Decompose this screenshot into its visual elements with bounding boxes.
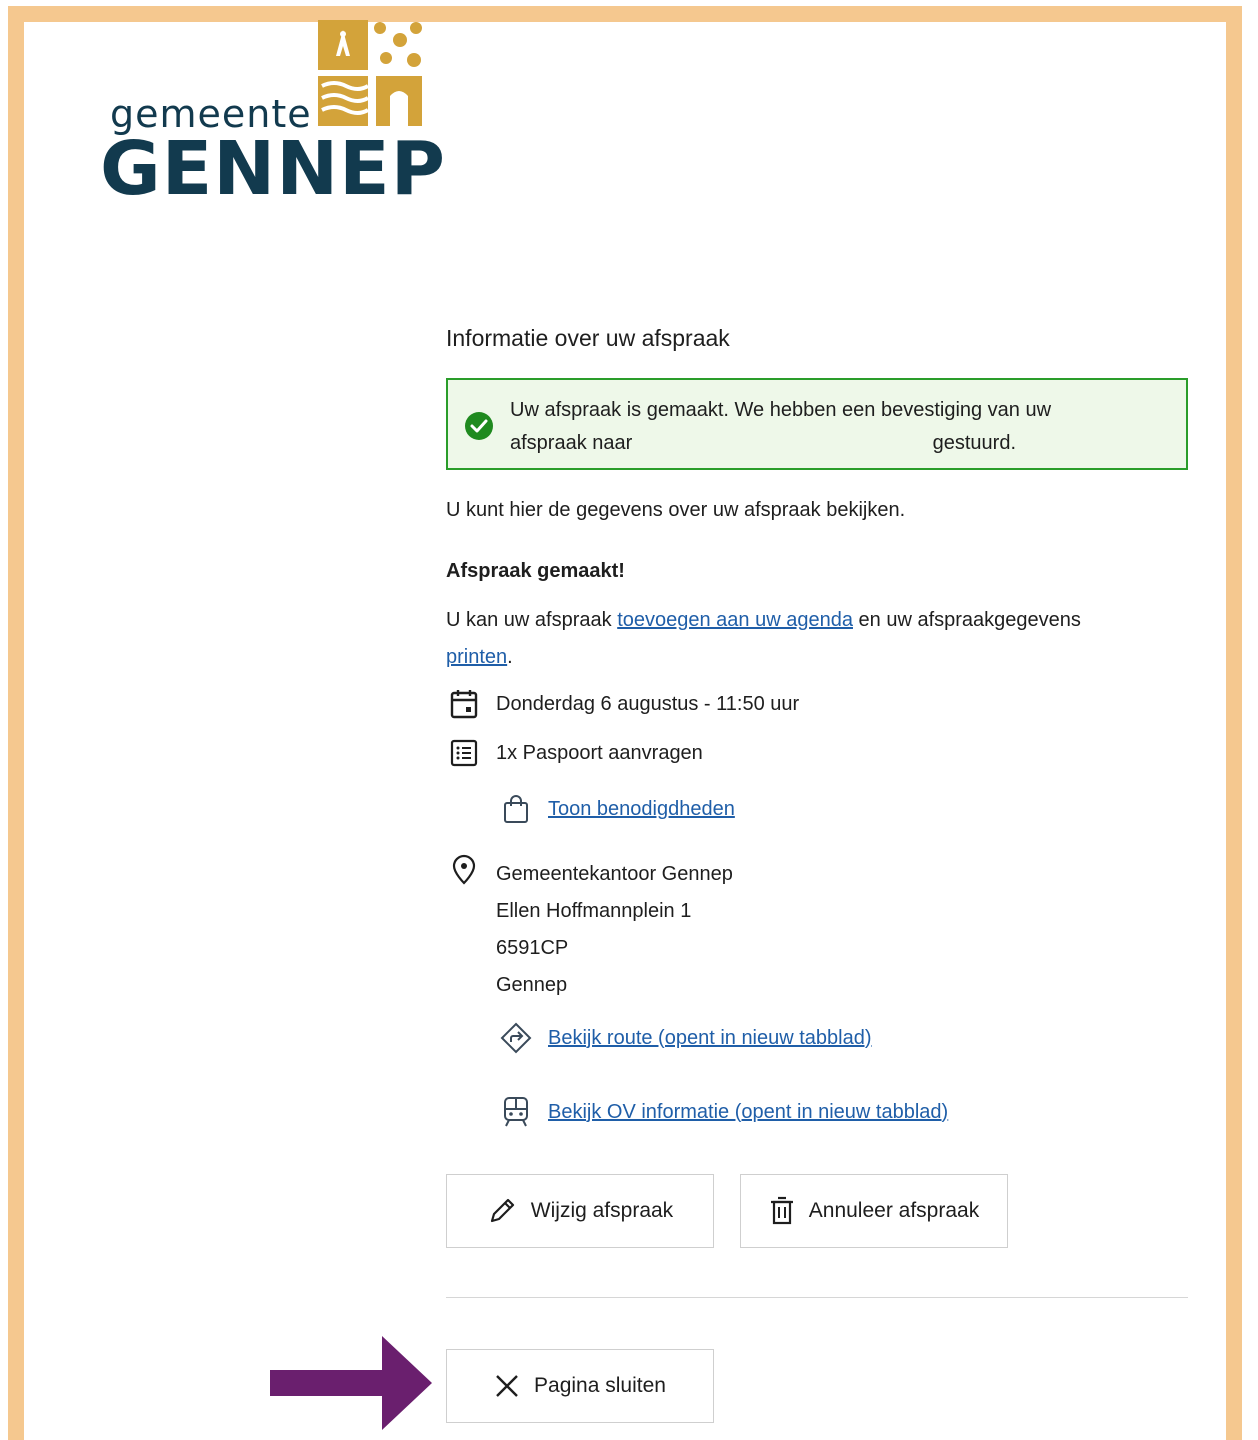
print-link[interactable]: printen <box>446 646 507 668</box>
show-requirements-link[interactable]: Toon benodigdheden <box>548 798 735 821</box>
page-title: Informatie over uw afspraak <box>446 325 730 351</box>
edit-appointment-button[interactable]: Wijzig afspraak <box>446 1174 714 1248</box>
cancel-appointment-label: Annuleer afspraak <box>808 1199 980 1222</box>
location-name: Gemeentekantoor Gennep <box>496 863 733 885</box>
directions-icon <box>498 1020 534 1056</box>
ov-row: Bekijk OV informatie (opent in nieuw tab… <box>498 1094 948 1130</box>
train-icon <box>498 1094 534 1130</box>
para-text-middle: en uw afspraakgegevens <box>852 609 1081 631</box>
alert-line-2-start: afspraak naar <box>510 432 633 454</box>
annotation-arrow-icon <box>270 1336 434 1435</box>
requirements-row: Toon benodigdheden <box>498 791 735 827</box>
alert-line-2: afspraak naar gestuurd. <box>510 427 1016 460</box>
agenda-print-paragraph: U kan uw afspraak toevoegen aan uw agend… <box>446 602 1188 676</box>
location-row <box>446 852 496 888</box>
para-text-after: . <box>507 646 513 668</box>
view-route-link[interactable]: Bekijk route (opent in nieuw tabblad) <box>548 1027 872 1050</box>
gennep-crest-icon <box>318 20 426 133</box>
close-icon <box>494 1373 520 1399</box>
gennep-logo[interactable]: gemeente GENNEP <box>100 20 445 210</box>
view-ov-info-link[interactable]: Bekijk OV informatie (opent in nieuw tab… <box>548 1101 948 1124</box>
product-name: 1x Paspoort aanvragen <box>496 741 703 764</box>
edit-appointment-label: Wijzig afspraak <box>530 1199 674 1222</box>
calendar-icon <box>446 686 482 722</box>
alert-line-1: Uw afspraak is gemaakt. We hebben een be… <box>510 399 1052 421</box>
alert-line-2-end: gestuurd. <box>932 432 1016 454</box>
cancel-appointment-button[interactable]: Annuleer afspraak <box>740 1174 1008 1248</box>
appointment-made-heading: Afspraak gemaakt! <box>446 560 625 582</box>
success-alert: Uw afspraak is gemaakt. We hebben een be… <box>446 378 1188 470</box>
location-city: Gennep <box>496 974 568 996</box>
logo-text-gennep: GENNEP <box>100 126 446 212</box>
shopping-bag-icon <box>498 791 534 827</box>
close-page-button[interactable]: Pagina sluiten <box>446 1349 714 1423</box>
list-icon <box>446 735 482 771</box>
intro-text: U kunt hier de gegevens over uw afspraak… <box>446 499 906 521</box>
close-page-label: Pagina sluiten <box>534 1374 666 1397</box>
check-circle-icon <box>464 411 494 446</box>
appointment-datetime: Donderdag 6 augustus - 11:50 uur <box>496 692 800 715</box>
location-postcode: 6591CP <box>496 937 569 959</box>
alert-message: Uw afspraak is gemaakt. We hebben een be… <box>510 394 1150 460</box>
trash-icon <box>769 1196 795 1226</box>
para-text-before: U kan uw afspraak <box>446 609 618 631</box>
location-pin-icon <box>446 852 482 888</box>
location-street: Ellen Hoffmannplein 1 <box>496 900 692 922</box>
section-divider <box>446 1297 1188 1298</box>
product-row: 1x Paspoort aanvragen <box>446 735 703 771</box>
datetime-row: Donderdag 6 augustus - 11:50 uur <box>446 686 799 722</box>
add-to-agenda-link[interactable]: toevoegen aan uw agenda <box>617 609 853 631</box>
location-address: Gemeentekantoor Gennep Ellen Hoffmannple… <box>496 856 733 1004</box>
pencil-icon <box>487 1196 517 1226</box>
route-row: Bekijk route (opent in nieuw tabblad) <box>498 1020 872 1056</box>
